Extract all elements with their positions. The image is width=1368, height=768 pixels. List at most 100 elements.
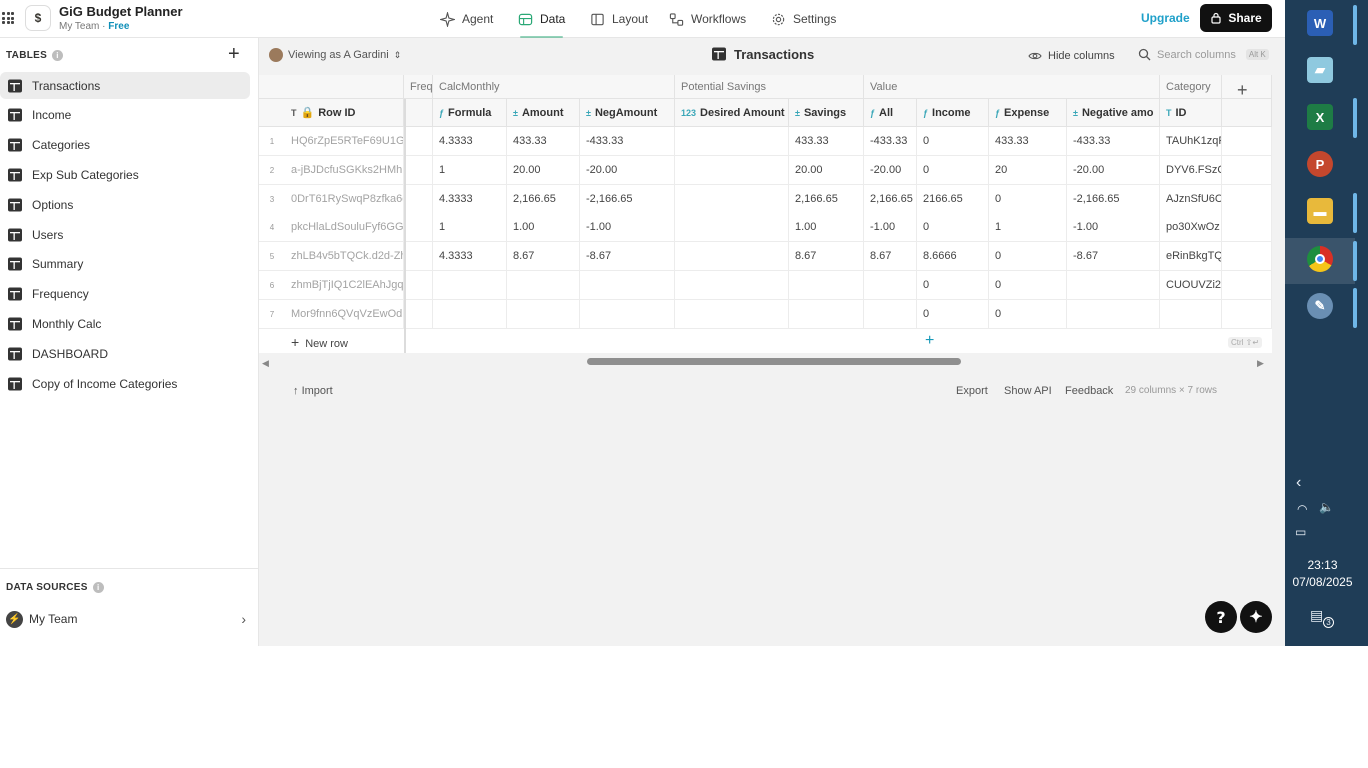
table-cell[interactable]	[789, 299, 864, 329]
column-header-income[interactable]: ƒ Income	[917, 99, 989, 127]
table-cell[interactable]: AJznSfU6C	[1160, 184, 1222, 214]
table-cell[interactable]	[1160, 299, 1222, 329]
file-explorer-icon[interactable]: ▬	[1307, 198, 1333, 224]
table-cell[interactable]: 20.00	[507, 155, 580, 185]
upgrade-link[interactable]: Upgrade	[1141, 11, 1190, 25]
group-header[interactable]: Potential Savings	[675, 75, 864, 99]
table-cell[interactable]: 8.67	[789, 242, 864, 272]
nav-layout[interactable]: Layout	[590, 0, 648, 38]
add-value-plus-icon[interactable]: +	[925, 332, 934, 350]
table-cell[interactable]: -1.00	[864, 213, 917, 243]
table-cell[interactable]: -1.00	[1067, 213, 1160, 243]
table-cell[interactable]: 0	[917, 299, 989, 329]
nav-agent[interactable]: Agent	[440, 0, 493, 38]
table-cell[interactable]: 0	[917, 213, 989, 243]
column-header-expense[interactable]: ƒ Expense	[989, 99, 1067, 127]
sidebar-item-options[interactable]: Options	[0, 191, 250, 218]
table-cell[interactable]: -433.33	[864, 127, 917, 156]
table-cell[interactable]	[433, 299, 507, 329]
info-icon[interactable]: i	[52, 50, 64, 61]
table-cell[interactable]: DYV6.FSzQ	[1160, 155, 1222, 185]
sidebar-item-frequency[interactable]: Frequency	[0, 281, 250, 308]
table-cell[interactable]: 0	[917, 155, 989, 185]
excel-icon[interactable]: X	[1307, 104, 1333, 130]
nav-data[interactable]: Data	[518, 0, 565, 38]
word-icon[interactable]: W	[1307, 10, 1333, 36]
table-cell[interactable]: 433.33	[507, 127, 580, 156]
column-header-freq[interactable]	[404, 99, 433, 127]
table-cell[interactable]: -20.00	[580, 155, 675, 185]
table-cell[interactable]: 1.00	[507, 213, 580, 243]
app-logo[interactable]: $	[25, 5, 51, 31]
table-cell[interactable]	[404, 242, 433, 272]
table-cell[interactable]	[675, 155, 789, 185]
row-id-cell[interactable]: zhmBjTjIQ1C2lEAhJgq5	[285, 271, 404, 300]
table-cell[interactable]	[404, 213, 433, 243]
table-cell[interactable]: 1.00	[789, 213, 864, 243]
sidebar-item-exp-sub-categories[interactable]: Exp Sub Categories	[0, 161, 250, 188]
table-cell[interactable]: -2,166.65	[1067, 184, 1160, 214]
sidebar-item-income[interactable]: Income	[0, 102, 250, 129]
chrome-icon[interactable]	[1307, 246, 1333, 272]
table-cell[interactable]: 4.3333	[433, 242, 507, 272]
group-header[interactable]: Category	[1160, 75, 1222, 99]
help-button[interactable]: ?	[1205, 601, 1237, 633]
sidebar-item-users[interactable]: Users	[0, 221, 250, 248]
table-cell[interactable]	[864, 271, 917, 300]
info-icon[interactable]: i	[92, 582, 104, 593]
table-cell[interactable]: eRinBkgTQ	[1160, 242, 1222, 272]
table-cell[interactable]: 1	[433, 155, 507, 185]
clock-date[interactable]: 07/08/2025	[1285, 575, 1360, 589]
sidebar-item-monthly-calc[interactable]: Monthly Calc	[0, 310, 250, 337]
export-button[interactable]: Export	[956, 385, 988, 397]
search-columns-input[interactable]: Search columns Alt K	[1138, 48, 1269, 61]
table-cell[interactable]	[675, 213, 789, 243]
notepad-icon[interactable]: ▰	[1307, 57, 1333, 83]
table-cell[interactable]	[675, 271, 789, 300]
table-cell[interactable]	[864, 299, 917, 329]
table-cell[interactable]: 2166.65	[917, 184, 989, 214]
table-cell[interactable]: 8.6666	[917, 242, 989, 272]
table-cell[interactable]: 2,166.65	[789, 184, 864, 214]
table-cell[interactable]	[675, 127, 789, 156]
table-cell[interactable]: -433.33	[580, 127, 675, 156]
column-header-amount[interactable]: ± Amount	[507, 99, 580, 127]
table-cell[interactable]	[675, 242, 789, 272]
table-cell[interactable]: 0	[989, 242, 1067, 272]
table-cell[interactable]: 20.00	[789, 155, 864, 185]
table-cell[interactable]: 4.3333	[433, 127, 507, 156]
column-header-formula[interactable]: ƒ Formula	[433, 99, 507, 127]
nav-settings[interactable]: Settings	[771, 0, 836, 38]
table-cell[interactable]: 0	[989, 184, 1067, 214]
column-header-all[interactable]: ƒ All	[864, 99, 917, 127]
sidebar-item-categories[interactable]: Categories	[0, 132, 250, 159]
sidebar-item-dashboard[interactable]: DASHBOARD	[0, 340, 250, 367]
column-header-id[interactable]: T ID	[1160, 99, 1222, 127]
table-cell[interactable]: 4.3333	[433, 184, 507, 214]
battery-icon[interactable]: ▭	[1295, 525, 1306, 539]
table-cell[interactable]: 0	[917, 127, 989, 156]
add-column-button[interactable]: +	[1237, 80, 1248, 101]
nav-workflows[interactable]: Workflows	[669, 0, 746, 38]
scroll-right-icon[interactable]: ▶	[1257, 358, 1264, 369]
row-id-cell[interactable]: Mor9fnn6QVqVzEwOd	[285, 299, 404, 329]
table-cell[interactable]	[580, 271, 675, 300]
table-cell[interactable]	[1067, 271, 1160, 300]
table-cell[interactable]: 20	[989, 155, 1067, 185]
show-api-button[interactable]: Show API	[1004, 385, 1052, 397]
horizontal-scrollbar[interactable]	[587, 358, 961, 365]
data-source-item[interactable]: ⚡ My Team ›	[6, 609, 246, 629]
column-header-negative-amo[interactable]: ± Negative amo	[1067, 99, 1160, 127]
table-cell[interactable]	[404, 299, 433, 329]
table-cell[interactable]	[404, 184, 433, 214]
row-id-cell[interactable]: a-jBJDcfuSGKks2HMh	[285, 155, 404, 185]
apps-grid-icon[interactable]	[2, 12, 14, 24]
import-button[interactable]: ↑ Import	[293, 385, 333, 397]
table-cell[interactable]: 433.33	[989, 127, 1067, 156]
table-cell[interactable]: 8.67	[507, 242, 580, 272]
row-id-cell[interactable]: pkcHlaLdSouluFyf6GG	[285, 213, 404, 243]
table-cell[interactable]	[404, 155, 433, 185]
table-cell[interactable]	[404, 127, 433, 156]
sidebar-item-copy-of-income-categories[interactable]: Copy of Income Categories	[0, 370, 250, 397]
chevron-left-icon[interactable]: ‹	[1296, 474, 1301, 492]
